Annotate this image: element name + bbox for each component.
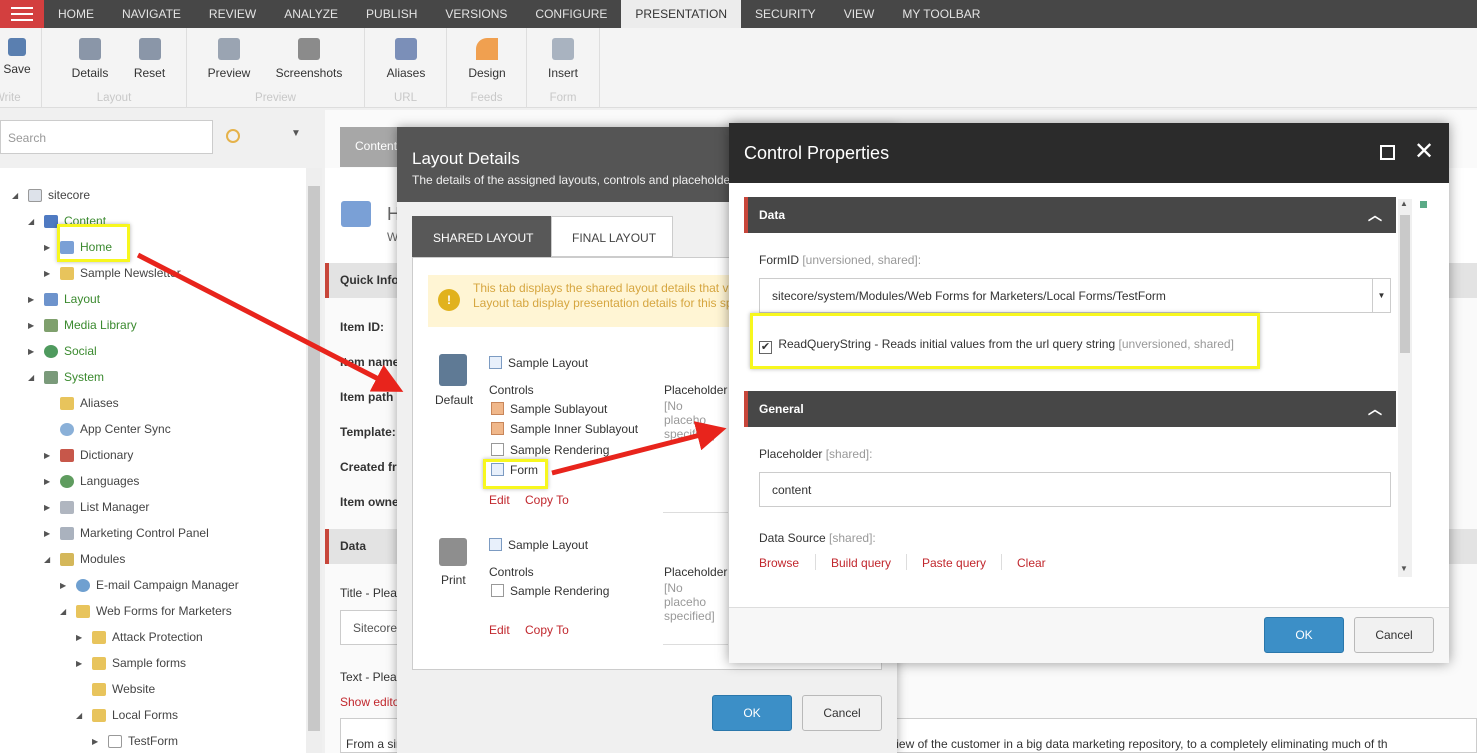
arrow-home-to-layout: [136, 252, 404, 392]
annotation-arrows: [136, 252, 727, 476]
arrow-form-to-properties: [551, 421, 727, 476]
